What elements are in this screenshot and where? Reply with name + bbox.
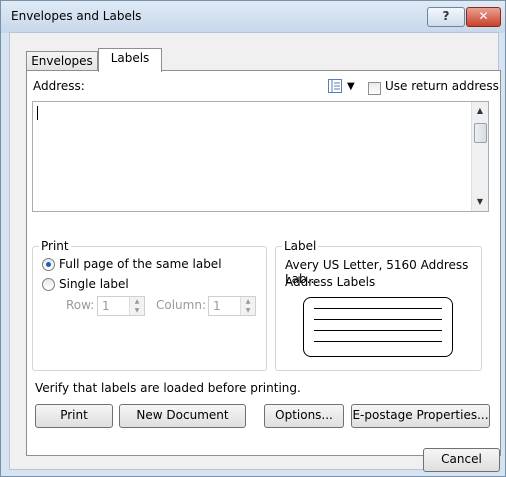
tab-envelopes-label: Envelopes [31,54,93,68]
address-textarea[interactable]: ▲ ▼ [32,101,489,212]
print-button[interactable]: Print [35,404,113,428]
verify-message: Verify that labels are loaded before pri… [35,381,301,395]
row-value: 1 [102,299,110,313]
envelopes-labels-dialog: Envelopes and Labels ? ✕ Envelopes Label… [0,0,506,477]
scroll-down-arrow-icon[interactable]: ▼ [474,195,486,209]
scroll-thumb[interactable] [474,123,487,143]
column-value: 1 [213,299,221,313]
address-book-dropdown-arrow[interactable]: ▼ [347,81,355,92]
column-spin-buttons[interactable]: ▲ ▼ [240,297,255,315]
text-caret [37,106,38,120]
help-button[interactable]: ? [427,7,465,27]
full-page-label[interactable]: Full page of the same label [59,257,222,271]
print-group-title: Print [39,239,71,253]
label-preview-line [314,341,442,342]
spin-up-icon: ▲ [134,298,140,305]
spin-down-icon: ▼ [245,307,251,314]
row-spin-buttons[interactable]: ▲ ▼ [129,297,144,315]
single-label-radio[interactable] [42,278,55,291]
full-page-radio[interactable] [42,258,55,271]
use-return-address-checkbox[interactable] [368,82,381,95]
dialog-title: Envelopes and Labels [11,9,142,23]
spin-down-icon: ▼ [134,307,140,314]
options-button[interactable]: Options... [264,404,344,428]
new-document-button[interactable]: New Document [119,404,246,428]
title-bar[interactable]: Envelopes and Labels ? ✕ [1,1,505,33]
label-preview-line [314,319,442,320]
column-label: Column: [156,298,206,312]
single-label-label[interactable]: Single label [59,277,129,291]
label-preview[interactable] [303,297,453,357]
address-scrollbar[interactable]: ▲ ▼ [471,102,488,211]
label-preview-line [314,330,442,331]
spin-up-icon: ▲ [245,298,251,305]
tab-envelopes[interactable]: Envelopes [26,51,98,72]
address-label: Address: [33,79,85,93]
epostage-properties-button[interactable]: E-postage Properties... [351,404,490,428]
label-preview-line [314,308,442,309]
row-spinner[interactable]: 1 ▲ ▼ [97,296,145,316]
tab-labels[interactable]: Labels [98,48,162,72]
address-book-icon[interactable] [328,79,342,93]
help-icon: ? [442,9,450,23]
label-group-title: Label [282,239,319,253]
close-button[interactable]: ✕ [466,7,501,27]
scroll-up-arrow-icon[interactable]: ▲ [474,104,486,118]
tab-labels-label: Labels [110,51,150,65]
close-icon: ✕ [478,9,489,23]
label-type[interactable]: Address Labels [285,275,375,289]
column-spinner[interactable]: 1 ▲ ▼ [208,296,256,316]
row-label: Row: [66,298,95,312]
use-return-address-label[interactable]: Use return address [385,79,499,93]
cancel-button[interactable]: Cancel [423,448,500,472]
